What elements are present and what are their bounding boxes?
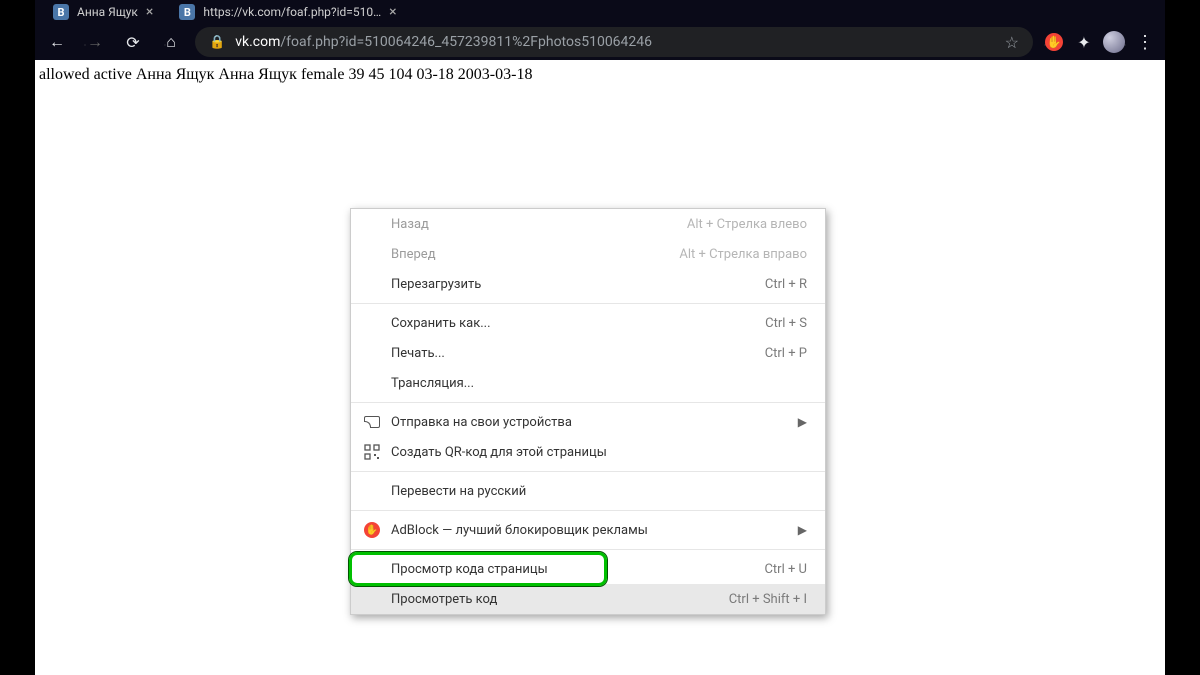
ctx-cast[interactable]: Трансляция... [351, 368, 825, 398]
ctx-shortcut: Ctrl + Shift + I [729, 592, 807, 607]
ctx-label: Просмотр кода страницы [391, 562, 548, 577]
tab-title: Анна Ящук [77, 5, 138, 19]
url-host: vk.com [235, 34, 280, 50]
ctx-label: Просмотреть код [391, 592, 497, 607]
page-body-text: allowed active Анна Ящук Анна Ящук femal… [35, 60, 1165, 90]
ctx-inspect[interactable]: Просмотреть код Ctrl + Shift + I [351, 584, 825, 614]
bookmark-star-icon[interactable]: ☆ [1005, 33, 1019, 52]
ctx-shortcut: Ctrl + U [764, 562, 807, 577]
separator [351, 402, 825, 403]
ctx-back[interactable]: Назад Alt + Стрелка влево [351, 209, 825, 239]
adblock-icon: ✋ [363, 521, 381, 539]
separator [351, 303, 825, 304]
address-bar[interactable]: 🔒 vk.com/foaf.php?id=510064246_457239811… [195, 27, 1033, 57]
tab-bar: B Анна Ящук × B https://vk.com/foaf.php?… [35, 0, 1165, 24]
back-button[interactable]: ← [43, 28, 71, 56]
devices-icon [363, 413, 381, 431]
ctx-shortcut: Ctrl + R [765, 277, 807, 292]
profile-avatar[interactable] [1103, 31, 1125, 53]
chevron-right-icon: ▶ [798, 523, 807, 537]
ctx-label: Создать QR-код для этой страницы [391, 445, 607, 460]
adblock-extension-icon[interactable]: ✋ [1043, 31, 1065, 53]
home-button[interactable]: ⌂ [157, 28, 185, 56]
ctx-label: Отправка на свои устройства [391, 415, 572, 430]
ctx-label: Перезагрузить [391, 277, 481, 292]
browser-menu-icon[interactable]: ⋮ [1133, 32, 1157, 53]
ctx-save-as[interactable]: Сохранить как... Ctrl + S [351, 308, 825, 338]
separator [351, 471, 825, 472]
ctx-label: AdBlock — лучший блокировщик рекламы [391, 523, 648, 538]
ctx-forward[interactable]: Вперед Alt + Стрелка вправо [351, 239, 825, 269]
vk-favicon: B [179, 4, 195, 20]
page-content: allowed active Анна Ящук Анна Ящук femal… [35, 60, 1165, 675]
ctx-translate[interactable]: Перевести на русский [351, 476, 825, 506]
ctx-create-qr[interactable]: Создать QR-код для этой страницы [351, 437, 825, 467]
ctx-label: Вперед [391, 247, 436, 262]
close-icon[interactable]: × [146, 5, 153, 19]
separator [351, 510, 825, 511]
url-path: /foaf.php?id=510064246_457239811%2Fphoto… [280, 34, 652, 50]
vk-favicon: B [53, 4, 69, 20]
reload-button[interactable]: ⟳ [119, 28, 147, 56]
ctx-label: Печать... [391, 346, 445, 361]
ctx-send-to-devices[interactable]: Отправка на свои устройства ▶ [351, 407, 825, 437]
forward-button[interactable]: → [81, 28, 109, 56]
extensions-area: ✋ ✦ ⋮ [1043, 31, 1157, 53]
ctx-print[interactable]: Печать... Ctrl + P [351, 338, 825, 368]
close-icon[interactable]: × [389, 5, 396, 19]
browser-tab-1[interactable]: B Анна Ящук × [43, 0, 163, 24]
toolbar: ← → ⟳ ⌂ 🔒 vk.com/foaf.php?id=510064246_4… [35, 24, 1165, 60]
ctx-shortcut: Ctrl + S [765, 316, 807, 331]
context-menu: Назад Alt + Стрелка влево Вперед Alt + С… [350, 208, 826, 615]
chevron-right-icon: ▶ [798, 415, 807, 429]
ctx-adblock[interactable]: ✋ AdBlock — лучший блокировщик рекламы ▶ [351, 515, 825, 545]
ctx-label: Назад [391, 217, 429, 232]
qr-icon [363, 443, 381, 461]
extensions-icon[interactable]: ✦ [1073, 31, 1095, 53]
separator [351, 549, 825, 550]
lock-icon: 🔒 [209, 35, 225, 50]
ctx-label: Трансляция... [391, 376, 474, 391]
ctx-view-source[interactable]: Просмотр кода страницы Ctrl + U [351, 554, 825, 584]
browser-chrome: B Анна Ящук × B https://vk.com/foaf.php?… [35, 0, 1165, 60]
ctx-reload[interactable]: Перезагрузить Ctrl + R [351, 269, 825, 299]
ctx-shortcut: Alt + Стрелка влево [687, 217, 807, 232]
browser-tab-2[interactable]: B https://vk.com/foaf.php?id=510… × [169, 0, 406, 24]
ctx-label: Сохранить как... [391, 316, 491, 331]
ctx-shortcut: Ctrl + P [765, 346, 807, 361]
tab-title: https://vk.com/foaf.php?id=510… [203, 5, 381, 19]
ctx-shortcut: Alt + Стрелка вправо [679, 247, 807, 262]
ctx-label: Перевести на русский [391, 484, 526, 499]
